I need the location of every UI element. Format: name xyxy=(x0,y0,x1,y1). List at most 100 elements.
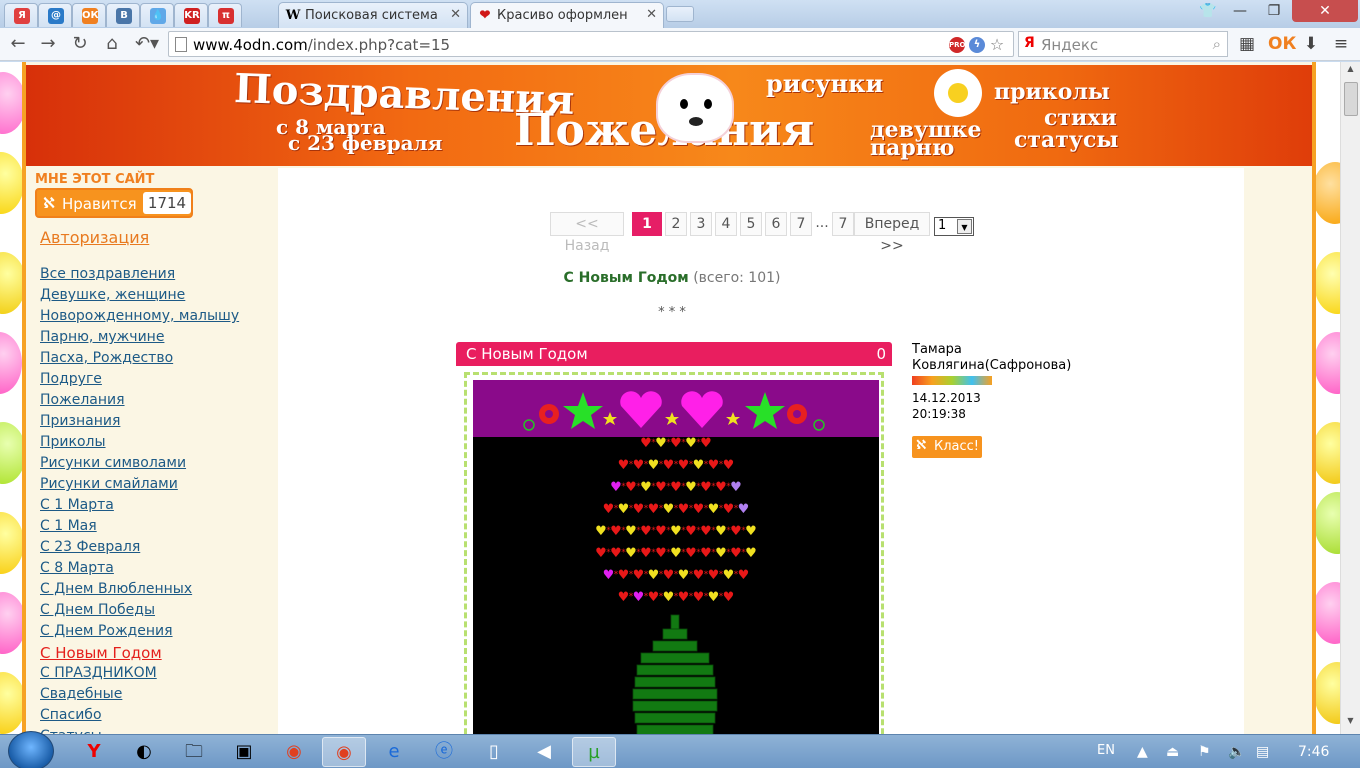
ie-icon[interactable]: e xyxy=(372,737,416,767)
menu-item[interactable]: Подруге xyxy=(40,371,239,392)
home-button[interactable]: ⌂ xyxy=(100,33,124,55)
tray-expand-icon[interactable]: ▲ xyxy=(1137,744,1148,760)
pager-page[interactable]: 5 xyxy=(740,212,762,236)
menu-item[interactable]: Все поздравления xyxy=(40,266,239,287)
undo-menu-button[interactable]: ↶▾ xyxy=(132,33,162,55)
profile-icon[interactable]: 👕 xyxy=(1196,0,1220,22)
like-caption: МНЕ ЭТОТ САЙТ xyxy=(35,172,155,187)
download-icon[interactable]: ⬇ xyxy=(1300,33,1322,55)
star-icon[interactable]: ☆ xyxy=(989,37,1005,53)
close-icon[interactable]: ✕ xyxy=(450,7,461,22)
pager-page[interactable]: 4 xyxy=(715,212,737,236)
pinned-tab[interactable]: В xyxy=(106,3,140,27)
calculator-icon[interactable]: ▦ xyxy=(1236,33,1258,55)
pinned-tab[interactable]: @ xyxy=(38,3,72,27)
page-viewport: Поздравления с 8 марта с 23 февраля Поже… xyxy=(0,62,1340,734)
tab-search-engine[interactable]: W Поисковая система ✕ xyxy=(278,2,468,28)
folder-icon[interactable]: 🗀 xyxy=(172,737,216,767)
pager-page[interactable]: 2 xyxy=(665,212,687,236)
forward-button[interactable]: → xyxy=(36,33,60,55)
page-select[interactable]: 1 ▼ xyxy=(934,217,974,236)
pinned-tab[interactable]: ОК xyxy=(72,3,106,27)
menu-item[interactable]: Новорожденному, малышу xyxy=(40,308,239,329)
menu-item[interactable]: Рисунки символами xyxy=(40,455,239,476)
menu-item[interactable]: С Днем Победы xyxy=(40,602,239,623)
menu-item[interactable]: Девушке, женщине xyxy=(40,287,239,308)
chrome-active-icon[interactable]: ◉ xyxy=(322,737,366,767)
reload-button[interactable]: ↻ xyxy=(68,33,92,55)
pager-next[interactable]: Вперед >> xyxy=(854,212,930,254)
heart-symbol: ♥ xyxy=(693,458,705,473)
language-indicator[interactable]: EN xyxy=(1097,743,1115,758)
winamp-icon[interactable]: ◐ xyxy=(122,737,166,767)
scroll-thumb[interactable] xyxy=(1344,82,1358,116)
menu-item[interactable]: С 1 Марта xyxy=(40,497,239,518)
pinned-tab[interactable]: 💧 xyxy=(140,3,174,27)
menu-item[interactable]: Признания xyxy=(40,413,239,434)
menu-item[interactable]: Рисунки смайлами xyxy=(40,476,239,497)
menu-item[interactable]: С Днем Влюбленных xyxy=(40,581,239,602)
minimize-button[interactable]: — xyxy=(1224,0,1256,22)
new-tab-button[interactable] xyxy=(666,6,694,22)
start-button[interactable] xyxy=(8,731,54,768)
media-player-icon[interactable]: ▣ xyxy=(222,737,266,767)
notepad-icon[interactable]: ▯ xyxy=(472,737,516,767)
auth-link[interactable]: Авторизация xyxy=(40,228,149,247)
post-header[interactable]: С Новым Годом 0 xyxy=(456,342,892,366)
klass-button[interactable]: ℵ Класс! xyxy=(912,436,982,458)
maximize-button[interactable]: ❐ xyxy=(1258,0,1290,22)
network-icon[interactable]: ▤ xyxy=(1256,744,1269,760)
menu-item[interactable]: С Днем Рождения xyxy=(40,623,239,644)
like-button[interactable]: ℵ Нравится 1714 xyxy=(35,188,193,218)
like-count: 1714 xyxy=(143,192,191,214)
pinned-tab[interactable]: Я xyxy=(4,3,38,27)
menu-item[interactable]: Пасха, Рождество xyxy=(40,350,239,371)
usb-icon[interactable]: ⏏ xyxy=(1166,744,1179,760)
site-banner[interactable]: Поздравления с 8 марта с 23 февраля Поже… xyxy=(26,65,1312,166)
back-button[interactable]: ← xyxy=(6,33,30,55)
menu-item[interactable]: Свадебные xyxy=(40,686,239,707)
pinned-tab[interactable]: π xyxy=(208,3,242,27)
address-bar[interactable]: www.4odn.com/index.php?cat=15 PRO ϟ ☆ xyxy=(168,31,1014,57)
pager-prev[interactable]: << Назад xyxy=(550,212,624,254)
post-author[interactable]: Тамара Ковлягина(Сафронова) xyxy=(912,342,1092,374)
odnoklassniki-icon[interactable]: ОК xyxy=(1268,33,1296,55)
menu-item[interactable]: С ПРАЗДНИКОМ xyxy=(40,665,239,686)
search-icon[interactable]: ⌕ xyxy=(1213,35,1221,53)
heart-symbol: ♥ xyxy=(738,568,750,583)
menu-item[interactable]: С 23 Февраля xyxy=(40,539,239,560)
pager-page[interactable]: 7 xyxy=(832,212,854,236)
vertical-scrollbar[interactable]: ▲ ▼ xyxy=(1340,62,1360,734)
ie-window-icon[interactable]: ⓔ xyxy=(422,737,466,767)
tab-krasivo[interactable]: ❤ Красиво оформлен ✕ xyxy=(470,2,664,29)
pi-icon: π xyxy=(218,8,234,24)
pager-page[interactable]: 1 xyxy=(632,212,662,236)
scroll-down-icon[interactable]: ▼ xyxy=(1343,716,1358,731)
clock[interactable]: 7:46 xyxy=(1298,744,1329,760)
close-window-button[interactable]: ✕ xyxy=(1292,0,1358,22)
heart-symbol: ♥ xyxy=(633,568,645,583)
pager-page[interactable]: 6 xyxy=(765,212,787,236)
menu-item[interactable]: С 1 Мая xyxy=(40,518,239,539)
search-input[interactable]: Я Яндекс ⌕ xyxy=(1018,31,1228,57)
menu-item[interactable]: Парню, мужчине xyxy=(40,329,239,350)
volume-icon[interactable]: 🔈 xyxy=(1228,744,1245,760)
menu-item[interactable]: Спасибо xyxy=(40,707,239,728)
flag-icon[interactable]: ⚑ xyxy=(1198,744,1211,760)
utorrent-icon[interactable]: µ xyxy=(572,737,616,767)
menu-item[interactable]: Приколы xyxy=(40,434,239,455)
pinned-tab[interactable]: KR xyxy=(174,3,208,27)
close-icon[interactable]: ✕ xyxy=(646,7,657,22)
menu-item[interactable]: Пожелания xyxy=(40,392,239,413)
scroll-up-icon[interactable]: ▲ xyxy=(1343,64,1358,79)
menu-item[interactable]: С Новым Годом xyxy=(40,644,239,665)
pro-extension-icon[interactable]: PRO xyxy=(949,37,965,53)
menu-icon[interactable]: ≡ xyxy=(1330,33,1352,55)
lightning-icon[interactable]: ϟ xyxy=(969,37,985,53)
speaker-app-icon[interactable]: ◀ xyxy=(522,737,566,767)
pager-page[interactable]: 3 xyxy=(690,212,712,236)
pager-page[interactable]: 7 xyxy=(790,212,812,236)
chrome-icon[interactable]: ◉ xyxy=(272,737,316,767)
menu-item[interactable]: С 8 Марта xyxy=(40,560,239,581)
yandex-browser-icon[interactable]: Y xyxy=(72,737,116,767)
